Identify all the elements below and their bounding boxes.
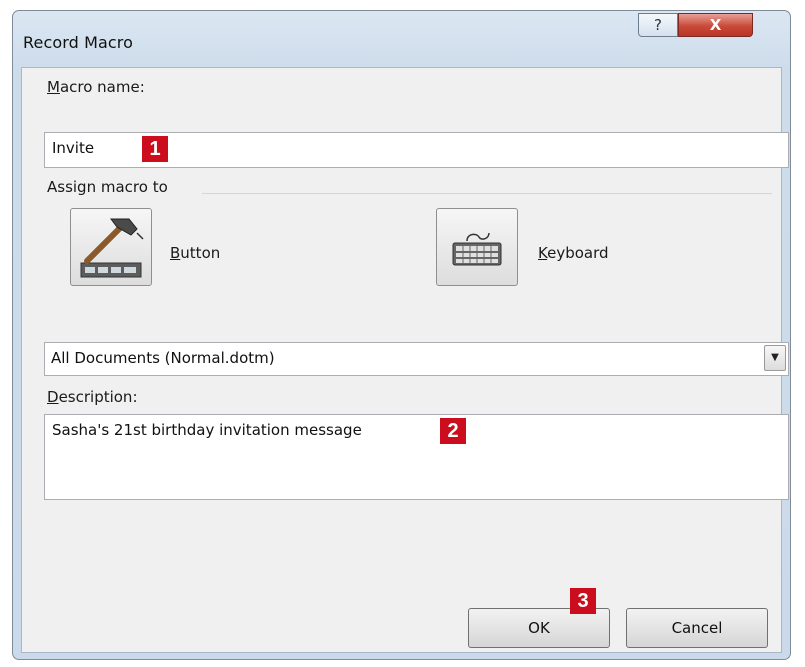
dialog-body: Macro name: Invite 1 Assign macro to But… [21,67,789,653]
record-macro-dialog: Record Macro ? X Macro name: Invite 1 As… [12,10,791,660]
close-button[interactable]: X [678,13,753,37]
chevron-down-icon: ▼ [771,352,779,363]
callout-badge-3: 3 [570,588,596,614]
assign-macro-label: Assign macro to [47,178,168,196]
close-icon: X [709,16,722,34]
hammer-toolbar-icon [80,218,144,278]
assign-button-label-rest: utton [180,244,221,262]
assign-keyboard-label[interactable]: Keyboard [538,244,609,262]
ok-button[interactable]: OK [468,608,610,648]
macro-name-label: Macro name: [47,78,145,96]
description-label: Description: [47,388,138,406]
macro-name-label-text: acro name: [59,78,145,96]
assign-keyboard-label-rest: eyboard [547,244,609,262]
cancel-button[interactable]: Cancel [626,608,768,648]
assign-keyboard-button[interactable] [436,208,518,286]
assign-button-label[interactable]: Button [170,244,220,262]
assign-button-button[interactable] [70,208,152,286]
description-input[interactable]: Sasha's 21st birthday invitation message [44,414,789,500]
store-macro-select[interactable]: All Documents (Normal.dotm) ▼ [44,342,789,376]
description-label-rest: escription: [58,388,138,406]
description-value: Sasha's 21st birthday invitation message [52,421,362,439]
dropdown-arrow-button[interactable]: ▼ [764,345,786,371]
keyboard-icon [452,232,502,266]
store-macro-value: All Documents (Normal.dotm) [51,349,275,367]
callout-badge-2: 2 [440,418,466,444]
help-button[interactable]: ? [638,13,678,37]
callout-badge-1: 1 [142,136,168,162]
assign-group-divider [202,193,772,195]
macro-name-value: Invite [52,139,95,157]
dialog-title: Record Macro [23,33,133,52]
help-icon: ? [654,16,662,34]
